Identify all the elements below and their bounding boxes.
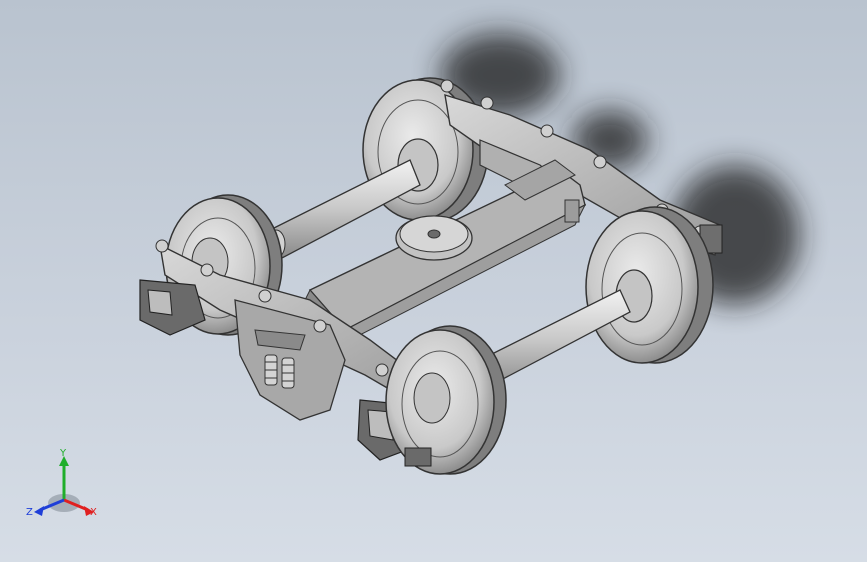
y-axis-label: Y — [59, 448, 67, 459]
front-left-wheel[interactable] — [385, 325, 507, 475]
bogie-model[interactable] — [0, 0, 867, 562]
z-axis-label: Z — [26, 507, 33, 518]
view-orientation-triad[interactable]: Y X Z — [22, 448, 112, 528]
y-axis-arrow — [59, 456, 69, 500]
front-right-wheel[interactable] — [585, 206, 714, 364]
x-axis-label: X — [90, 507, 97, 518]
3d-viewport[interactable]: Y X Z — [0, 0, 867, 562]
